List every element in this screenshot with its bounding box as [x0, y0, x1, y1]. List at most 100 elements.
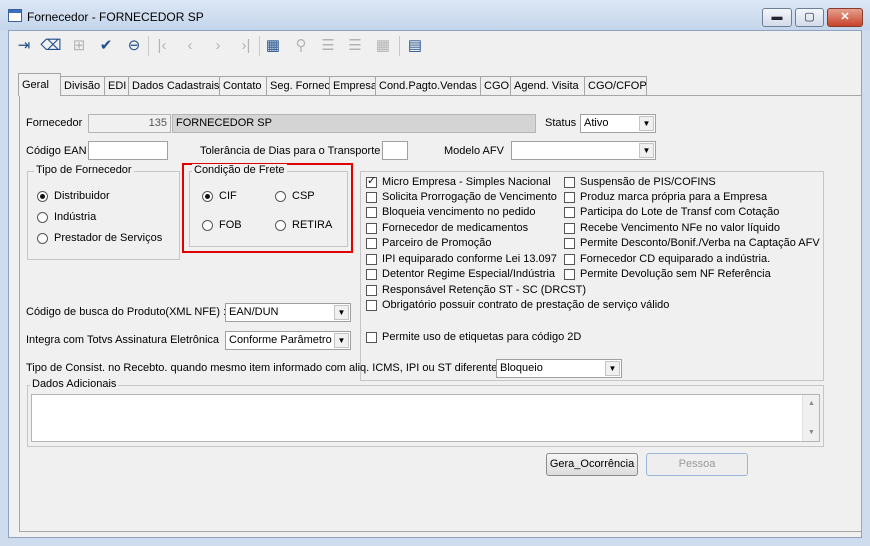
checkbox[interactable] — [366, 285, 377, 296]
previous-record-button[interactable]: ‹ — [178, 34, 202, 58]
radio-distribuidor[interactable] — [37, 191, 48, 202]
tab-empresa[interactable]: Empresa — [329, 76, 377, 95]
tab-seg-fornec[interactable]: Seg. Fornec — [266, 76, 330, 95]
checkbox-label: Detentor Regime Especial/Indústria — [382, 268, 556, 280]
tab-cond-pagto-vendas[interactable]: Cond.Pagto.Vendas — [375, 76, 481, 95]
first-record-button[interactable]: |‹ — [150, 34, 174, 58]
toolbar-separator — [399, 36, 400, 56]
dados-adicionais-title: Dados Adicionais — [30, 378, 119, 390]
busca-label: Código de busca do Produto(XML NFE) : — [26, 306, 227, 318]
tolerancia-input[interactable] — [382, 141, 408, 160]
condicao-frete-group: Condição de Frete CIF CSP FOB RETIRA — [189, 164, 348, 247]
tab-geral[interactable]: Geral — [18, 73, 61, 96]
ean-input[interactable] — [88, 141, 168, 160]
search-button[interactable]: ⚲ — [289, 34, 313, 58]
exit-button[interactable]: ⇥ — [12, 34, 36, 58]
checkbox[interactable] — [564, 238, 575, 249]
checkbox[interactable] — [366, 223, 377, 234]
add-row-icon: ☰ — [321, 37, 335, 54]
chevron-down-icon: ▼ — [605, 361, 620, 376]
list-button[interactable]: ▤ — [403, 34, 427, 58]
checkbox[interactable] — [564, 192, 575, 203]
radio-label: CSP — [292, 190, 315, 202]
tab-edi[interactable]: EDI — [104, 76, 129, 95]
tipo-fornecedor-title: Tipo de Fornecedor — [34, 164, 134, 176]
last-record-button[interactable]: ›| — [234, 34, 258, 58]
etiquetas-label: Permite uso de etiquetas para código 2D — [382, 331, 582, 343]
modelo-afv-select[interactable]: ▼ — [511, 141, 656, 160]
radio-csp[interactable] — [275, 191, 286, 202]
checkbox-label: Responsável Retenção ST - SC (DRCST) — [382, 284, 586, 296]
tab-cgo[interactable]: CGO — [480, 76, 511, 95]
new-record-button[interactable]: ⊞ — [67, 34, 91, 58]
radio-cif[interactable] — [202, 191, 213, 202]
eraser-icon: ⌫ — [40, 37, 62, 54]
consist-label: Tipo de Consist. no Recebto. quando mesm… — [26, 362, 506, 374]
status-label: Status — [545, 117, 577, 129]
gera-ocorrencia-button[interactable]: Gera_Ocorrência — [546, 453, 638, 476]
next-record-button[interactable]: › — [206, 34, 230, 58]
radio-fob[interactable] — [202, 220, 213, 231]
tab-contato[interactable]: Contato — [219, 76, 267, 95]
checkbox[interactable] — [366, 207, 377, 218]
close-icon: ✕ — [840, 11, 850, 23]
client-area: ⇥ ⌫ ⊞ ✔ ⊖ |‹ ‹ › ›| ▦ ⚲ ☰ ☰ ▦ ▤ Geral Divisão EDI Dados C… — [8, 30, 862, 538]
toolbar: ⇥ ⌫ ⊞ ✔ ⊖ |‹ ‹ › ›| ▦ ⚲ ☰ ☰ ▦ ▤ — [9, 31, 861, 61]
scroll-up-icon[interactable]: ▲ — [805, 397, 818, 410]
checkbox-label: Suspensão de PIS/COFINS — [580, 176, 716, 188]
checkbox[interactable] — [366, 269, 377, 280]
tab-dados-cadastrais[interactable]: Dados Cadastrais — [128, 76, 220, 95]
grid-icon: ▦ — [375, 37, 391, 54]
checkbox[interactable] — [366, 238, 377, 249]
tolerancia-label: Tolerância de Dias para o Transporte — [200, 145, 381, 157]
checkbox[interactable] — [564, 177, 575, 188]
checkbox-label: Permite Devolução sem NF Referência — [580, 268, 771, 280]
add-row-button[interactable]: ☰ — [316, 34, 340, 58]
radio-label: Prestador de Serviços — [54, 232, 163, 244]
radio-prestador-de-servicos[interactable] — [37, 233, 48, 244]
delete-record-button[interactable]: ⊖ — [122, 34, 146, 58]
save-record-button[interactable]: ✔ — [94, 34, 118, 58]
integra-select[interactable]: Conforme Parâmetro ▼ — [225, 331, 351, 350]
grid-button[interactable]: ▦ — [371, 34, 395, 58]
checkbox[interactable] — [366, 192, 377, 203]
busca-select[interactable]: EAN/DUN ▼ — [225, 303, 351, 322]
list-icon: ▤ — [407, 37, 423, 54]
checkbox[interactable] — [564, 223, 575, 234]
checkbox[interactable] — [564, 254, 575, 265]
checkbox-label: Participa do Lote de Transf com Cotação — [580, 206, 780, 218]
consist-select[interactable]: Bloqueio ▼ — [496, 359, 622, 378]
remove-row-button[interactable]: ☰ — [343, 34, 367, 58]
checkbox[interactable] — [366, 254, 377, 265]
checkbox[interactable] — [366, 300, 377, 311]
minimize-button[interactable]: ▬ — [762, 8, 792, 27]
chevron-down-icon: ▼ — [334, 305, 349, 320]
checkbox[interactable] — [564, 269, 575, 280]
pessoa-button[interactable]: Pessoa — [646, 453, 748, 476]
tab-divis-o[interactable]: Divisão — [60, 76, 105, 95]
condicao-frete-title: Condição de Frete — [192, 164, 287, 176]
chevron-down-icon: ▼ — [334, 333, 349, 348]
close-button[interactable]: ✕ — [827, 8, 863, 27]
checkbox[interactable] — [366, 175, 377, 188]
eraser-button[interactable]: ⌫ — [39, 34, 63, 58]
status-select[interactable]: Ativo ▼ — [580, 114, 656, 133]
vertical-scrollbar[interactable]: ▲ ▼ — [802, 395, 819, 441]
tab-agend-visita[interactable]: Agend. Visita — [510, 76, 585, 95]
radio-industria[interactable] — [37, 212, 48, 223]
maximize-icon: ▢ — [804, 11, 815, 23]
maximize-button[interactable]: ▢ — [795, 8, 824, 27]
status-value: Ativo — [584, 117, 609, 129]
radio-retira[interactable] — [275, 220, 286, 231]
checkbox-label: Permite Desconto/Bonif./Verba na Captaçã… — [580, 237, 820, 249]
checkbox[interactable] — [564, 207, 575, 218]
table-view-button[interactable]: ▦ — [261, 34, 285, 58]
tab-cgo-cfop[interactable]: CGO/CFOP — [584, 76, 647, 95]
search-icon: ⚲ — [295, 37, 307, 54]
dados-adicionais-textarea[interactable]: ▲ ▼ — [31, 394, 820, 442]
etiquetas-checkbox[interactable] — [366, 332, 377, 343]
toolbar-separator — [148, 36, 149, 56]
integra-label: Integra com Totvs Assinatura Eletrônica — [26, 334, 220, 346]
radio-label: CIF — [219, 190, 237, 202]
scroll-down-icon[interactable]: ▼ — [805, 426, 818, 439]
